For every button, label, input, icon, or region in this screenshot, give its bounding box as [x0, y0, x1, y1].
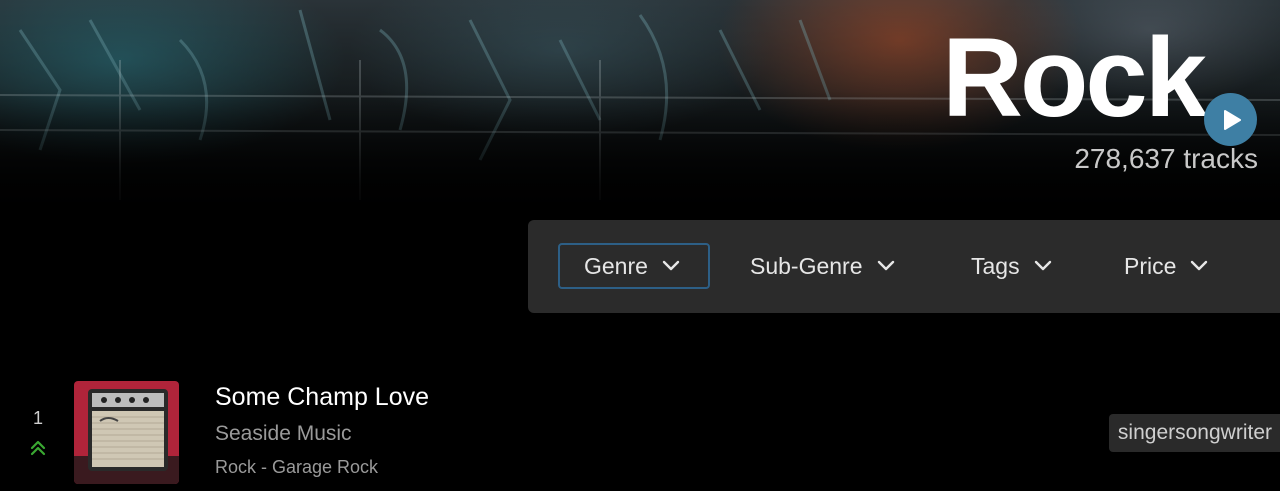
track-tag[interactable]: singersongwriter [1108, 414, 1280, 452]
track-label[interactable]: Seaside Music [215, 422, 352, 446]
price-filter-dropdown[interactable]: Price [1124, 243, 1208, 289]
chevron-down-icon [1190, 260, 1208, 272]
filter-bar: Genre Sub-Genre Tags Price [528, 220, 1280, 313]
track-genres[interactable]: Rock - Garage Rock [215, 457, 378, 478]
page-title: Rock [942, 15, 1207, 140]
sub-genre-filter-dropdown[interactable]: Sub-Genre [750, 243, 895, 289]
chevron-down-icon [662, 260, 680, 272]
play-icon [1223, 109, 1241, 130]
genre-filter-label: Genre [584, 252, 648, 279]
chevron-down-icon [1034, 260, 1052, 272]
double-chevron-up-icon [30, 440, 46, 461]
track-row[interactable]: 1 Some Champ Love Seaside Music Rock - G… [0, 372, 1280, 491]
track-rank: 1 [33, 408, 44, 428]
tags-filter-dropdown[interactable]: Tags [971, 243, 1052, 289]
track-artwork[interactable] [74, 381, 179, 484]
chevron-down-icon [877, 260, 895, 272]
track-title[interactable]: Some Champ Love [215, 383, 429, 412]
price-filter-label: Price [1124, 252, 1177, 279]
tags-filter-label: Tags [971, 252, 1020, 279]
genre-filter-dropdown[interactable]: Genre [558, 243, 710, 289]
play-genre-button[interactable] [1204, 93, 1257, 146]
sub-genre-filter-label: Sub-Genre [750, 252, 863, 279]
track-count: 278,637 tracks [1074, 143, 1258, 174]
